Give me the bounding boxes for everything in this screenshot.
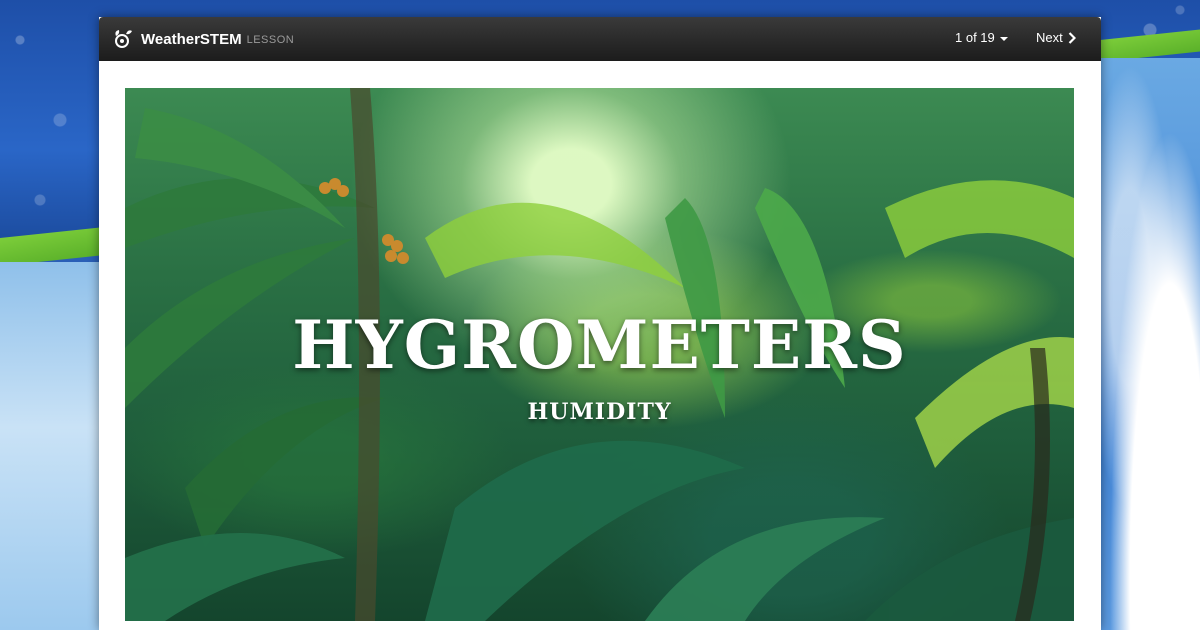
lesson-toolbar: WeatherSTEM LESSON 1 of 19 Next [99,17,1101,61]
brand-subtitle: LESSON [246,34,295,46]
background-sky-right [1100,58,1200,630]
lesson-panel: WeatherSTEM LESSON 1 of 19 Next HYGROMET… [99,17,1101,630]
slide-pager-label: 1 of 19 [955,30,995,45]
lesson-subtitle: HUMIDITY [527,399,672,425]
weatherstem-logo-icon [115,30,132,48]
next-button[interactable]: Next [1036,30,1076,45]
lesson-hero-image: HYGROMETERS HUMIDITY [125,88,1074,621]
next-button-label: Next [1036,30,1063,45]
brand-name: WeatherSTEM [141,30,242,48]
background-sky-left [0,262,100,630]
brand[interactable]: WeatherSTEM LESSON [111,27,294,51]
chevron-right-icon [1068,31,1076,44]
slide-pager-dropdown[interactable]: 1 of 19 [955,30,1008,45]
caret-down-icon [999,36,1008,41]
lesson-title: HYGROMETERS [292,306,907,384]
